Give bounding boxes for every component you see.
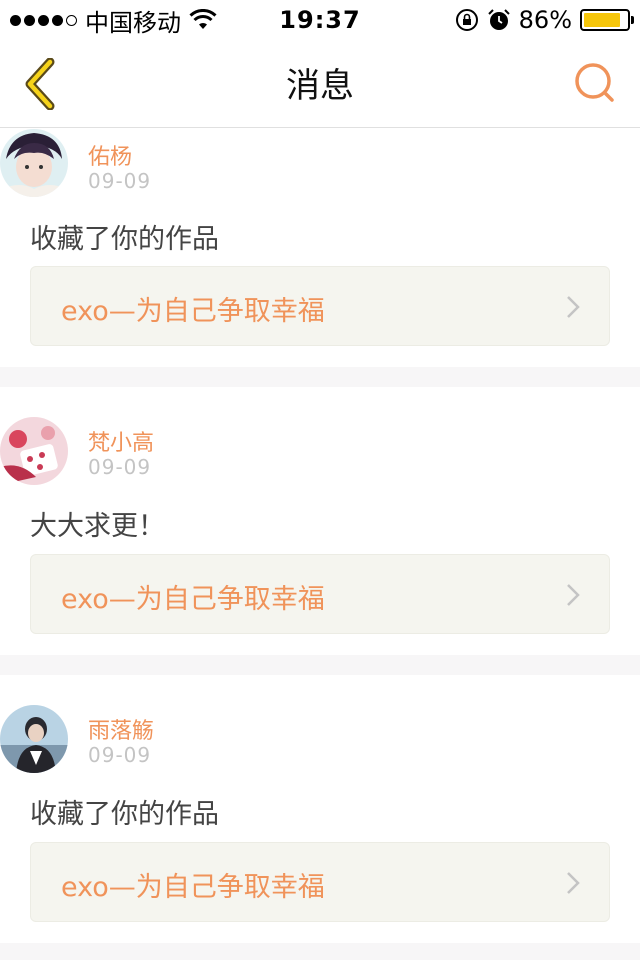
avatar[interactable] [0, 417, 68, 485]
work-title: exo—为自己争取幸福 [61, 872, 325, 903]
search-icon[interactable] [572, 60, 618, 106]
message-date: 09-09 [88, 169, 152, 193]
status-right: 86% [455, 6, 634, 34]
page-title: 消息 [286, 66, 354, 106]
work-link[interactable]: exo—为自己争取幸福 [30, 842, 610, 922]
rotation-lock-icon [455, 9, 478, 31]
work-link[interactable]: exo—为自己争取幸福 [30, 554, 610, 634]
notification-card: 梵小高 09-09 大大求更！ exo—为自己争取幸福 [0, 387, 640, 655]
user-name[interactable]: 雨落觞 [88, 713, 154, 745]
chevron-right-icon [567, 296, 580, 318]
message-date: 09-09 [88, 455, 152, 479]
message-date: 09-09 [88, 743, 152, 767]
battery-percent: 86% [518, 6, 572, 34]
message-text: 大大求更！ [30, 511, 165, 542]
user-name[interactable]: 梵小高 [88, 425, 154, 457]
work-title: exo—为自己争取幸福 [61, 584, 325, 615]
notification-card: 雨落觞 09-09 收藏了你的作品 exo—为自己争取幸福 [0, 675, 640, 943]
message-list: 佑杨 09-09 收藏了你的作品 exo—为自己争取幸福 梵小高 09-09 大… [0, 129, 640, 960]
message-text: 收藏了你的作品 [30, 799, 219, 830]
message-text: 收藏了你的作品 [30, 224, 219, 255]
notification-card: 佑杨 09-09 收藏了你的作品 exo—为自己争取幸福 [0, 129, 640, 367]
chevron-right-icon [567, 584, 580, 606]
status-bar: 中国移动 19:37 86% [0, 0, 640, 40]
work-link[interactable]: exo—为自己争取幸福 [30, 266, 610, 346]
avatar[interactable] [0, 129, 68, 197]
avatar[interactable] [0, 705, 68, 773]
alarm-icon [487, 9, 510, 30]
work-title: exo—为自己争取幸福 [61, 296, 325, 327]
user-name[interactable]: 佑杨 [88, 139, 132, 171]
chevron-right-icon [567, 872, 580, 894]
navigation-bar: 消息 [0, 40, 640, 128]
battery-icon [580, 9, 634, 31]
